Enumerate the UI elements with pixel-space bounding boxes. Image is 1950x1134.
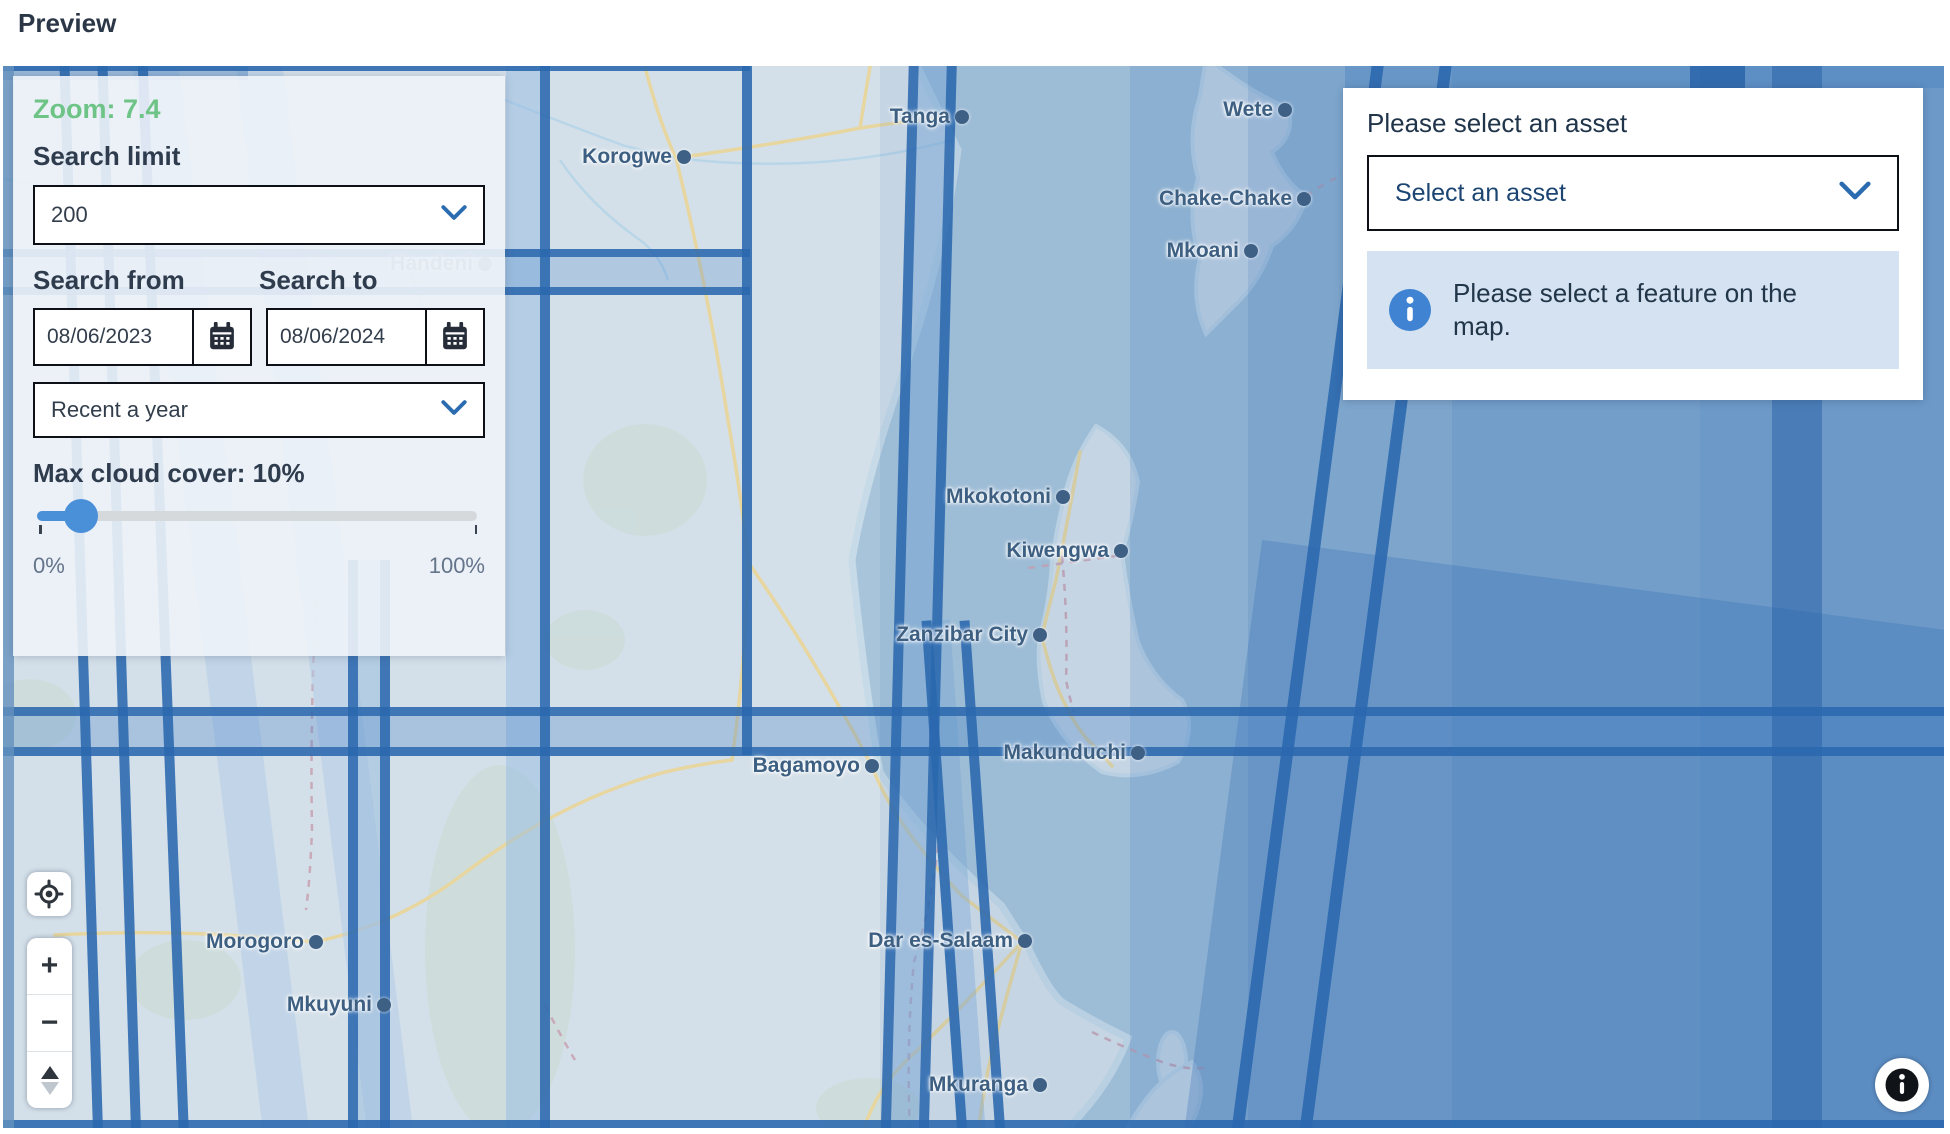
footprint-band-edge [3, 707, 1944, 716]
asset-select[interactable]: Select an asset [1367, 155, 1899, 231]
date-range-select[interactable]: Recent a year [33, 382, 485, 438]
footprint-stripe-light [506, 66, 540, 1128]
asset-panel: Please select an asset Select an asset P… [1343, 88, 1923, 400]
footprint-band-fill [1345, 66, 1944, 88]
chevron-down-icon [1839, 181, 1871, 205]
footprint-band-edge [3, 66, 750, 71]
slider-track[interactable] [37, 511, 477, 521]
footprint-band-edge [3, 747, 1944, 756]
cloud-cover-label: Max cloud cover: 10% [33, 458, 485, 489]
footprint-band-edge [3, 1120, 1944, 1128]
tilt-toggle-button[interactable] [27, 1052, 72, 1108]
search-from-value[interactable]: 08/06/2023 [35, 310, 192, 364]
search-to-value[interactable]: 08/06/2024 [268, 310, 425, 364]
calendar-button[interactable] [427, 310, 483, 364]
info-icon [1389, 289, 1431, 331]
asset-panel-title: Please select an asset [1367, 108, 1899, 139]
zoom-level-label: Zoom: 7.4 [33, 94, 485, 125]
geolocate-button[interactable] [27, 872, 71, 916]
calendar-button[interactable] [194, 310, 250, 364]
map-attribution-button[interactable] [1875, 1058, 1929, 1112]
slider-min-label: 0% [33, 553, 65, 579]
page-title: Preview [18, 8, 116, 39]
calendar-icon [207, 322, 237, 352]
search-from-field[interactable]: 08/06/2023 [33, 308, 252, 366]
slider-tick-min [39, 525, 42, 534]
calendar-icon [440, 322, 470, 352]
zoom-in-button[interactable]: + [27, 938, 72, 994]
search-limit-value: 200 [51, 202, 88, 228]
search-limit-select[interactable]: 200 [33, 185, 485, 245]
footprint-band-edge [1690, 66, 1745, 88]
slider-max-label: 100% [429, 553, 485, 579]
search-limit-label: Search limit [33, 141, 485, 172]
search-to-field[interactable]: 08/06/2024 [266, 308, 485, 366]
cloud-cover-slider[interactable] [33, 501, 485, 531]
zoom-out-button[interactable]: − [27, 995, 72, 1051]
footprint-edge [540, 66, 550, 1128]
zoom-control-group: + − [27, 938, 72, 1108]
info-message-box: Please select a feature on the map. [1367, 251, 1899, 369]
footprint-edge [742, 66, 752, 755]
geolocate-icon [34, 879, 64, 909]
chevron-down-icon [441, 205, 467, 225]
tilt-up-icon [41, 1066, 59, 1079]
search-to-label: Search to [259, 265, 485, 296]
date-range-value: Recent a year [51, 397, 188, 423]
info-message-text: Please select a feature on the map. [1453, 277, 1833, 343]
filter-panel: Zoom: 7.4 Search limit 200 Search from S… [13, 76, 505, 656]
info-circle-icon [1884, 1067, 1920, 1103]
search-from-label: Search from [33, 265, 259, 296]
chevron-down-icon [441, 400, 467, 420]
slider-thumb[interactable] [64, 499, 98, 533]
slider-tick-max [475, 525, 478, 534]
tilt-down-icon [41, 1082, 59, 1095]
asset-select-value: Select an asset [1395, 179, 1566, 208]
